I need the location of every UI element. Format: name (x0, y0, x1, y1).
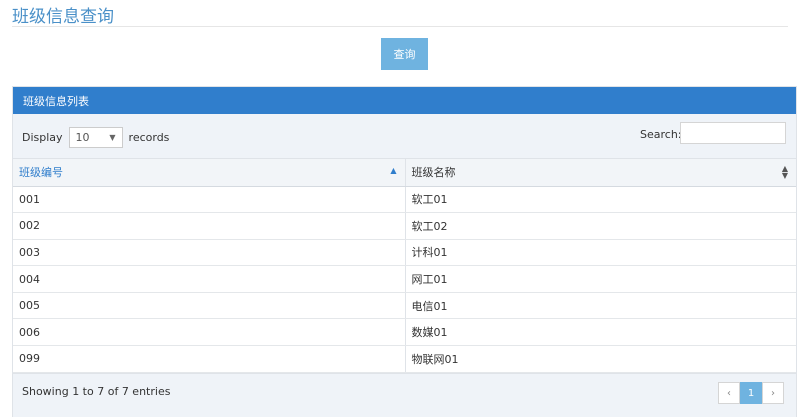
cell-class-name: 物联网01 (405, 345, 796, 373)
length-control: Display 10 ▼ records (22, 127, 169, 148)
table-info: Showing 1 to 7 of 7 entries (22, 385, 171, 398)
table-row[interactable]: 001 软工01 (13, 186, 796, 214)
cell-class-id: 003 (13, 239, 406, 267)
pagination: ‹ 1 › (718, 382, 784, 404)
panel-header: 班级信息列表 (13, 87, 796, 114)
cell-class-name: 数媒01 (405, 318, 796, 347)
search-label: Search: (640, 128, 682, 141)
cell-class-id: 006 (13, 318, 406, 347)
search-input[interactable] (680, 122, 786, 144)
sort-both-icon: ▲ ▼ (781, 164, 788, 180)
query-button[interactable]: 查询 (381, 38, 428, 70)
column-header-class-id[interactable]: 班级编号 ▲ (13, 159, 406, 187)
page-length-value: 10 (75, 131, 90, 144)
table-footer: Showing 1 to 7 of 7 entries ‹ 1 › (13, 373, 796, 417)
table-header-row: 班级编号 ▲ 班级名称 ▲ ▼ (13, 159, 796, 187)
column-header-class-name[interactable]: 班级名称 ▲ ▼ (405, 159, 796, 187)
class-list-panel: 班级信息列表 Display 10 ▼ records Search: 班级编号… (12, 86, 797, 417)
cell-class-name: 计科01 (405, 239, 796, 267)
column-header-label: 班级编号 (19, 166, 63, 180)
table-row[interactable]: 006 数媒01 (13, 318, 796, 347)
column-header-label: 班级名称 (411, 166, 456, 180)
cell-class-id: 002 (13, 212, 406, 240)
page-length-select[interactable]: 10 ▼ (68, 127, 123, 148)
cell-class-id: 004 (13, 265, 406, 293)
cell-class-name: 软工01 (405, 186, 796, 214)
pagination-prev[interactable]: ‹ (718, 382, 740, 404)
cell-class-name: 软工02 (405, 212, 796, 240)
title-divider (12, 26, 788, 27)
table-row[interactable]: 003 计科01 (13, 239, 796, 267)
class-table: 班级编号 ▲ 班级名称 ▲ ▼ 001 软工01 002 软工02 003 计科0… (13, 159, 796, 373)
cell-class-id: 099 (13, 345, 406, 373)
cell-class-name: 电信01 (405, 292, 796, 320)
sort-ascending-icon: ▲ (390, 166, 397, 175)
table-controls: Display 10 ▼ records Search: (13, 114, 796, 159)
length-prefix: Display (22, 131, 63, 144)
cell-class-id: 005 (13, 292, 406, 320)
length-suffix: records (128, 131, 170, 144)
table-row[interactable]: 099 物联网01 (13, 345, 796, 373)
pagination-page[interactable]: 1 (740, 382, 762, 404)
page-title: 班级信息查询 (12, 7, 114, 27)
pagination-next[interactable]: › (762, 382, 784, 404)
table-row[interactable]: 004 网工01 (13, 265, 796, 293)
table-row[interactable]: 002 软工02 (13, 212, 796, 240)
chevron-down-icon: ▼ (109, 133, 116, 142)
cell-class-name: 网工01 (405, 265, 796, 293)
cell-class-id: 001 (13, 186, 406, 214)
table-row[interactable]: 005 电信01 (13, 292, 796, 320)
